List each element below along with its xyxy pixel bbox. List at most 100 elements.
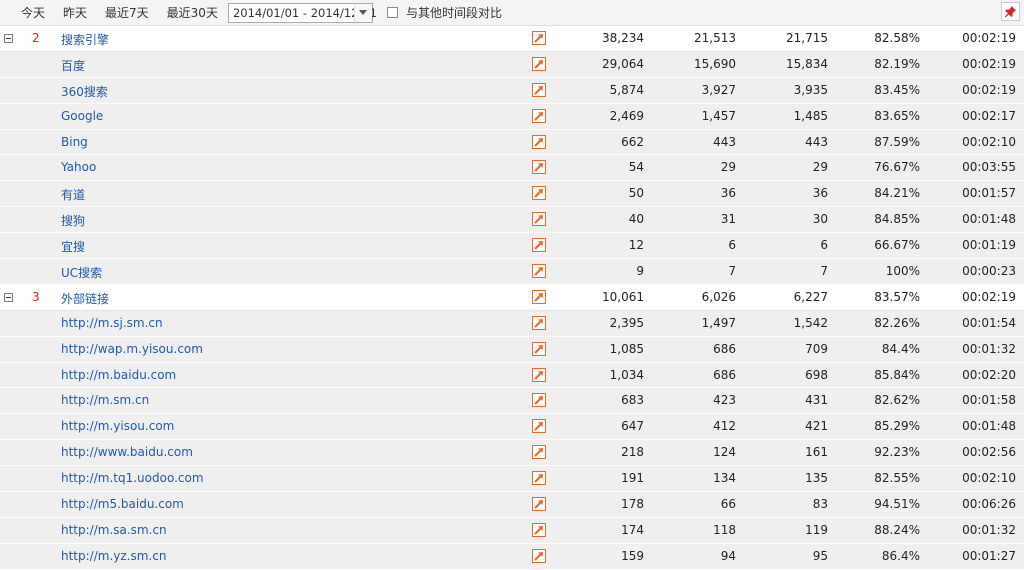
source-name-link[interactable]: http://m.sj.sm.cn: [61, 316, 163, 330]
metric-cell-1: 40: [628, 212, 644, 227]
trend-chart-icon[interactable]: [532, 82, 546, 97]
compare-label[interactable]: 与其他时间段对比: [406, 4, 502, 21]
metric-cell-2: 6: [728, 238, 736, 253]
metric-cell-5: 00:02:19: [962, 56, 1016, 71]
metric-cell-4: 84.85%: [874, 212, 920, 227]
metric-cell-3: 7: [820, 264, 828, 279]
source-name-link[interactable]: 有道: [61, 186, 85, 203]
metric-cell-2: 686: [713, 341, 736, 356]
metric-cell-1: 2,469: [609, 108, 644, 123]
source-name-link[interactable]: http://www.baidu.com: [61, 445, 193, 459]
metric-cell-1: 50: [628, 186, 644, 201]
source-name-link[interactable]: http://m.sa.sm.cn: [61, 523, 167, 537]
source-name-link[interactable]: http://wap.m.yisou.com: [61, 342, 203, 356]
group-rank: 2: [32, 31, 40, 45]
source-name-link[interactable]: UC搜索: [61, 264, 102, 281]
metric-cell-5: 00:02:10: [962, 134, 1016, 149]
table-row: http://m.sj.sm.cn 2,395 1,497 1,542 82.26% 00…: [0, 310, 1024, 337]
toolbar: 今天 昨天 最近7天 最近30天 2014/01/01 - 2014/12/31…: [0, 0, 1024, 26]
metric-cell-2: 31: [720, 212, 736, 227]
trend-chart-icon[interactable]: [532, 108, 546, 123]
metric-cell-2: 1,457: [701, 108, 736, 123]
metric-cell-2: 6,026: [701, 289, 736, 304]
compare-checkbox[interactable]: [386, 7, 398, 18]
metric-cell-3: 83: [812, 497, 828, 512]
trend-chart-icon[interactable]: [532, 419, 546, 434]
metric-cell-4: 83.45%: [874, 82, 920, 97]
yesterday-button[interactable]: 昨天: [63, 4, 87, 21]
source-name-link[interactable]: 宜搜: [61, 238, 85, 255]
today-button[interactable]: 今天: [21, 4, 45, 21]
source-name-link[interactable]: http://m.baidu.com: [61, 368, 176, 382]
metric-cell-2: 412: [713, 419, 736, 434]
table-row: http://m.sm.cn 683 423 431 82.62% 00:01:58: [0, 388, 1024, 415]
metric-cell-5: 00:01:48: [962, 419, 1016, 434]
trend-chart-icon[interactable]: [532, 134, 546, 149]
metric-cell-3: 21,715: [786, 31, 828, 45]
metric-cell-4: 86.4%: [881, 548, 920, 563]
trend-chart-icon[interactable]: [532, 238, 546, 253]
table-row: 宜搜 12 6 6 66.67% 00:01:19: [0, 233, 1024, 260]
metric-cell-2: 443: [713, 134, 736, 149]
metric-cell-5: 00:02:19: [962, 289, 1016, 304]
source-name-link[interactable]: http://m5.baidu.com: [61, 497, 184, 511]
metric-cell-4: 92.23%: [874, 445, 920, 460]
metric-cell-1: 5,874: [609, 82, 644, 97]
trend-chart-icon[interactable]: [532, 31, 546, 45]
metric-cell-3: 3,935: [793, 82, 828, 97]
trend-chart-icon[interactable]: [532, 522, 546, 537]
trend-chart-icon[interactable]: [532, 471, 546, 486]
metric-cell-5: 00:01:27: [962, 548, 1016, 563]
source-name-link[interactable]: 搜索引擎: [61, 31, 109, 48]
trend-chart-icon[interactable]: [532, 445, 546, 460]
table-row: 搜狗 40 31 30 84.85% 00:01:48: [0, 207, 1024, 234]
source-name-link[interactable]: Yahoo: [61, 160, 96, 174]
metric-cell-2: 66: [720, 497, 736, 512]
trend-chart-icon[interactable]: [532, 341, 546, 356]
collapse-minus-icon[interactable]: [4, 34, 13, 43]
trend-chart-icon[interactable]: [532, 315, 546, 330]
metric-cell-3: 119: [805, 522, 828, 537]
source-name-link[interactable]: http://m.yisou.com: [61, 419, 174, 433]
last-30-days-button[interactable]: 最近30天: [167, 4, 218, 21]
metric-cell-1: 218: [621, 445, 644, 460]
last-7-days-button[interactable]: 最近7天: [105, 4, 149, 21]
source-name-link[interactable]: Bing: [61, 135, 88, 149]
source-name-link[interactable]: 搜狗: [61, 212, 85, 229]
trend-chart-icon[interactable]: [532, 497, 546, 512]
metric-cell-2: 21,513: [694, 31, 736, 45]
metric-cell-1: 29,064: [602, 56, 644, 71]
pin-icon[interactable]: [1001, 2, 1020, 21]
table-row: http://m.sa.sm.cn 174 118 119 88.24% 00:01:32: [0, 517, 1024, 544]
source-name-link[interactable]: 百度: [61, 57, 85, 74]
source-name-link[interactable]: Google: [61, 109, 103, 123]
table-row: Yahoo 54 29 29 76.67% 00:03:55: [0, 155, 1024, 182]
metric-cell-5: 00:02:56: [962, 445, 1016, 460]
trend-chart-icon[interactable]: [532, 289, 546, 304]
source-name-link[interactable]: 外部链接: [61, 290, 109, 307]
trend-chart-icon[interactable]: [532, 264, 546, 279]
source-name-link[interactable]: http://m.yz.sm.cn: [61, 549, 166, 563]
trend-chart-icon[interactable]: [532, 367, 546, 382]
metric-cell-5: 00:02:19: [962, 82, 1016, 97]
collapse-minus-icon[interactable]: [4, 292, 13, 302]
metric-cell-4: 66.67%: [874, 238, 920, 253]
metric-cell-1: 9: [636, 264, 644, 279]
trend-chart-icon[interactable]: [532, 186, 546, 201]
source-name-link[interactable]: http://m.tq1.uodoo.com: [61, 471, 204, 485]
date-range-select[interactable]: 2014/01/01 - 2014/12/31: [227, 2, 377, 23]
metric-cell-1: 191: [621, 471, 644, 486]
trend-chart-icon[interactable]: [532, 56, 546, 71]
trend-chart-icon[interactable]: [532, 548, 546, 563]
metric-cell-2: 124: [713, 445, 736, 460]
source-name-link[interactable]: 360搜索: [61, 83, 108, 100]
trend-chart-icon[interactable]: [532, 393, 546, 408]
trend-chart-icon[interactable]: [532, 160, 546, 175]
chevron-down-icon[interactable]: [353, 3, 372, 22]
trend-chart-icon[interactable]: [532, 212, 546, 227]
metric-cell-5: 00:00:23: [962, 264, 1016, 279]
metric-cell-4: 83.57%: [874, 289, 920, 304]
source-name-link[interactable]: http://m.sm.cn: [61, 393, 149, 407]
metric-cell-5: 00:02:10: [962, 471, 1016, 486]
metric-cell-4: 85.84%: [874, 367, 920, 382]
